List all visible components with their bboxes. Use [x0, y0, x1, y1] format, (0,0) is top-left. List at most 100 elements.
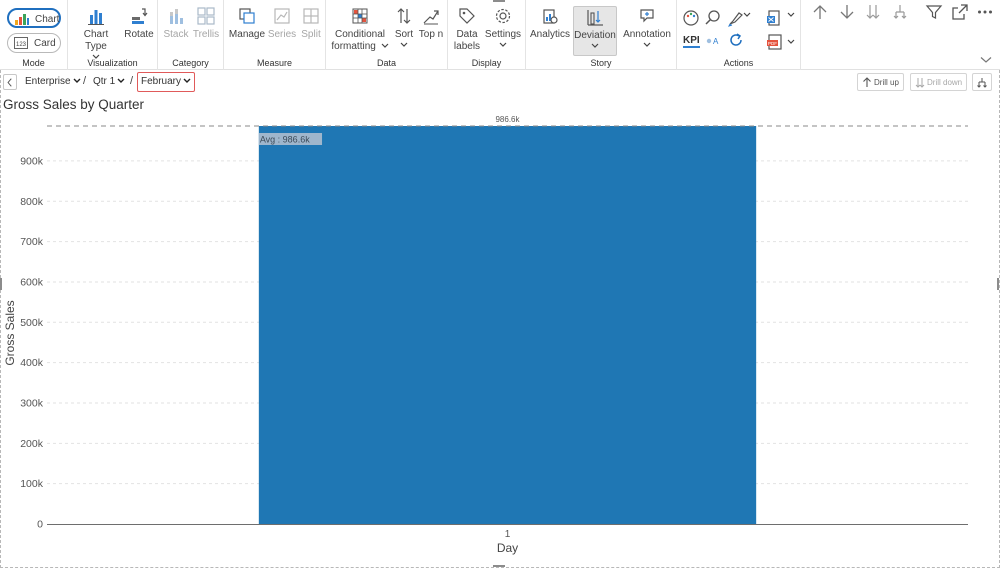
- arrow-down-icon[interactable]: [838, 3, 856, 21]
- gear-icon: [495, 8, 511, 24]
- x-axis-title: Day: [497, 541, 518, 555]
- mode-group-label: Mode: [22, 58, 45, 68]
- y-tick-label: 400k: [20, 357, 44, 369]
- chevron-down-icon: [117, 78, 125, 84]
- settings-button[interactable]: Settings: [484, 6, 522, 48]
- refresh-icon[interactable]: [727, 31, 745, 49]
- expand-icon[interactable]: [951, 3, 969, 21]
- y-tick-label: 700k: [20, 236, 44, 248]
- resize-handle-left[interactable]: [0, 278, 2, 290]
- breadcrumb-item-label: February: [141, 76, 182, 87]
- ribbon-toolbar: Chart 123 Card Mode Chart Type Rotate Vi…: [0, 0, 1000, 70]
- arrow-up-icon[interactable]: [811, 3, 829, 21]
- chevron-down-icon: [643, 42, 651, 47]
- y-tick-label: 600k: [20, 276, 44, 288]
- visualization-group-label: Visualization: [87, 58, 138, 68]
- bar-chart-color-icon: [15, 14, 29, 25]
- data-labels-button[interactable]: Data labels: [451, 6, 483, 53]
- chart-type-button[interactable]: Chart Type: [72, 6, 120, 60]
- y-axis-title: Gross Sales: [3, 300, 17, 365]
- story-group-label: Story: [590, 58, 612, 68]
- chart-mode-button[interactable]: Chart: [7, 8, 61, 28]
- rotate-button[interactable]: Rotate: [122, 6, 156, 41]
- kpi-button[interactable]: KPI: [683, 35, 700, 48]
- y-tick-label: 500k: [20, 317, 44, 329]
- chevron-down-icon[interactable]: [743, 12, 751, 18]
- hierarchy-icon: [977, 78, 987, 88]
- breadcrumb-item-qtr[interactable]: Qtr 1: [93, 76, 125, 87]
- card-mode-button[interactable]: 123 Card: [7, 33, 61, 53]
- sort-button[interactable]: Sort: [392, 6, 416, 48]
- stack-icon: [170, 9, 183, 24]
- y-tick-label: 800k: [20, 196, 44, 208]
- series-button[interactable]: Series: [267, 6, 297, 41]
- drill-up-button[interactable]: Drill up: [857, 73, 904, 91]
- trellis-label: Trellis: [192, 29, 220, 40]
- bar-chart: 0 100k 200k 300k 400k 500k 600k 700k 800k 900k 1 98…: [3, 115, 968, 555]
- export-excel-icon[interactable]: [766, 9, 784, 27]
- palette-icon[interactable]: [682, 9, 700, 27]
- data-group-label: Data: [376, 58, 396, 68]
- manage-button[interactable]: Manage: [228, 6, 266, 41]
- chevron-down-icon: [73, 78, 81, 84]
- display-group: Data labels Settings Display: [448, 0, 526, 70]
- analytics-button[interactable]: Analytics: [530, 6, 570, 41]
- chevron-down-icon[interactable]: [787, 39, 795, 45]
- export-pdf-icon[interactable]: PDF: [766, 33, 784, 51]
- arrow-up-icon: [863, 77, 871, 87]
- annotation-button[interactable]: Annotation: [621, 6, 673, 48]
- svg-text:PDF: PDF: [768, 41, 777, 46]
- chevron-down-icon: [499, 42, 507, 47]
- chart-type-icon: [88, 10, 104, 25]
- display-group-label: Display: [471, 58, 502, 68]
- chevron-down-icon: [400, 42, 408, 47]
- deviation-icon: [587, 10, 603, 26]
- analytics-label: Analytics: [530, 29, 571, 40]
- top-n-button[interactable]: Top n: [417, 6, 445, 41]
- category-group: Stack Trellis Category: [158, 0, 224, 70]
- trellis-button[interactable]: Trellis: [191, 6, 221, 41]
- drill-hierarchy-button[interactable]: [972, 73, 992, 91]
- conditional-formatting-button[interactable]: Conditional formatting: [329, 6, 391, 53]
- chevron-down-icon[interactable]: [787, 12, 795, 18]
- breadcrumb-separator: /: [130, 75, 134, 87]
- split-button[interactable]: Split: [297, 6, 325, 41]
- breadcrumb-back-button[interactable]: [3, 74, 17, 90]
- svg-text:A: A: [713, 37, 719, 46]
- chart-type-label: Chart Type: [83, 29, 109, 52]
- card-mode-label: Card: [34, 38, 56, 49]
- drill-down-button[interactable]: Drill down: [910, 73, 968, 91]
- chevron-down-icon: [381, 43, 389, 49]
- split-arrow-icon[interactable]: [891, 3, 909, 21]
- actions-group-label: Actions: [723, 58, 754, 68]
- rotate-icon: [132, 8, 148, 24]
- conditional-formatting-label-2: formatting: [331, 41, 376, 52]
- settings-label: Settings: [484, 29, 522, 40]
- drill-down-label: Drill down: [927, 78, 963, 87]
- rename-icon[interactable]: A: [704, 32, 722, 50]
- sort-icon: [397, 8, 411, 24]
- y-tick-label: 100k: [20, 478, 44, 490]
- breadcrumb-item-enterprise[interactable]: Enterprise: [25, 76, 81, 87]
- collapse-ribbon-icon[interactable]: [980, 56, 992, 64]
- resize-handle-right[interactable]: [997, 278, 999, 290]
- series-icon: [274, 8, 290, 24]
- resize-handle-top[interactable]: [493, 0, 505, 2]
- data-labels-label-2: labels: [453, 41, 481, 52]
- resize-handle-bottom[interactable]: [493, 565, 505, 567]
- stack-button[interactable]: Stack: [161, 6, 191, 41]
- chevron-down-icon: [591, 43, 599, 48]
- breadcrumb-item-month[interactable]: February: [137, 72, 196, 92]
- category-group-label: Category: [172, 58, 209, 68]
- double-arrow-down-icon[interactable]: [864, 3, 882, 21]
- tag-icon: [459, 8, 475, 24]
- conditional-formatting-icon: [352, 8, 368, 24]
- sort-label: Sort: [394, 29, 414, 40]
- y-tick-label: 300k: [20, 397, 44, 409]
- deviation-button[interactable]: Deviation: [573, 6, 617, 56]
- filter-icon[interactable]: [925, 3, 943, 21]
- chart-mode-label: Chart: [35, 14, 60, 25]
- series-label: Series: [267, 29, 297, 40]
- search-icon[interactable]: [704, 9, 722, 27]
- more-icon[interactable]: [976, 3, 994, 21]
